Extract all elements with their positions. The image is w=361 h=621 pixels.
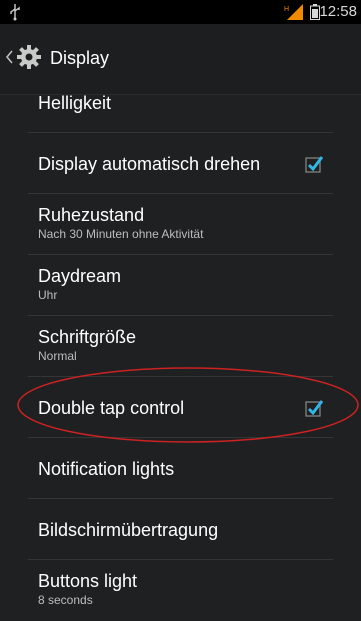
setting-title: Bildschirmübertragung <box>38 520 219 540</box>
status-bar: H 12:58 <box>0 0 361 24</box>
setting-buttons-light[interactable]: Buttons light 8 seconds <box>0 560 361 621</box>
double-tap-checkbox[interactable] <box>305 399 323 417</box>
setting-sleep[interactable]: Ruhezustand Nach 30 Minuten ohne Aktivit… <box>0 194 361 255</box>
gear-icon <box>17 45 41 69</box>
setting-title: Display automatisch drehen <box>38 154 261 174</box>
setting-subtitle: Uhr <box>38 288 58 302</box>
settings-list: Helligkeit Display automatisch drehen Ru… <box>0 72 361 621</box>
setting-screen-cast[interactable]: Bildschirmübertragung <box>0 499 361 560</box>
page-title: Display <box>50 48 110 68</box>
setting-double-tap[interactable]: Double tap control <box>0 377 361 438</box>
svg-text:H: H <box>284 6 289 13</box>
setting-title: Double tap control <box>38 398 185 418</box>
setting-auto-rotate[interactable]: Display automatisch drehen <box>0 133 361 194</box>
setting-subtitle: Nach 30 Minuten ohne Aktivität <box>38 227 204 241</box>
setting-title: Helligkeit <box>38 93 112 113</box>
setting-brightness[interactable]: Helligkeit <box>0 72 361 133</box>
setting-title: Buttons light <box>38 571 138 591</box>
back-icon[interactable] <box>4 49 14 65</box>
status-time: 12:58 <box>319 3 357 20</box>
setting-title: Notification lights <box>38 459 175 479</box>
signal-icon: H <box>284 4 303 20</box>
setting-font-size[interactable]: Schriftgröße Normal <box>0 316 361 377</box>
auto-rotate-checkbox[interactable] <box>305 155 323 173</box>
setting-title: Schriftgröße <box>38 327 137 347</box>
setting-daydream[interactable]: Daydream Uhr <box>0 255 361 316</box>
setting-subtitle: Normal <box>38 349 77 363</box>
setting-title: Ruhezustand <box>38 205 145 225</box>
setting-subtitle: 8 seconds <box>38 593 93 607</box>
usb-icon <box>10 4 20 21</box>
setting-notification-lights[interactable]: Notification lights <box>0 438 361 499</box>
setting-title: Daydream <box>38 266 122 286</box>
